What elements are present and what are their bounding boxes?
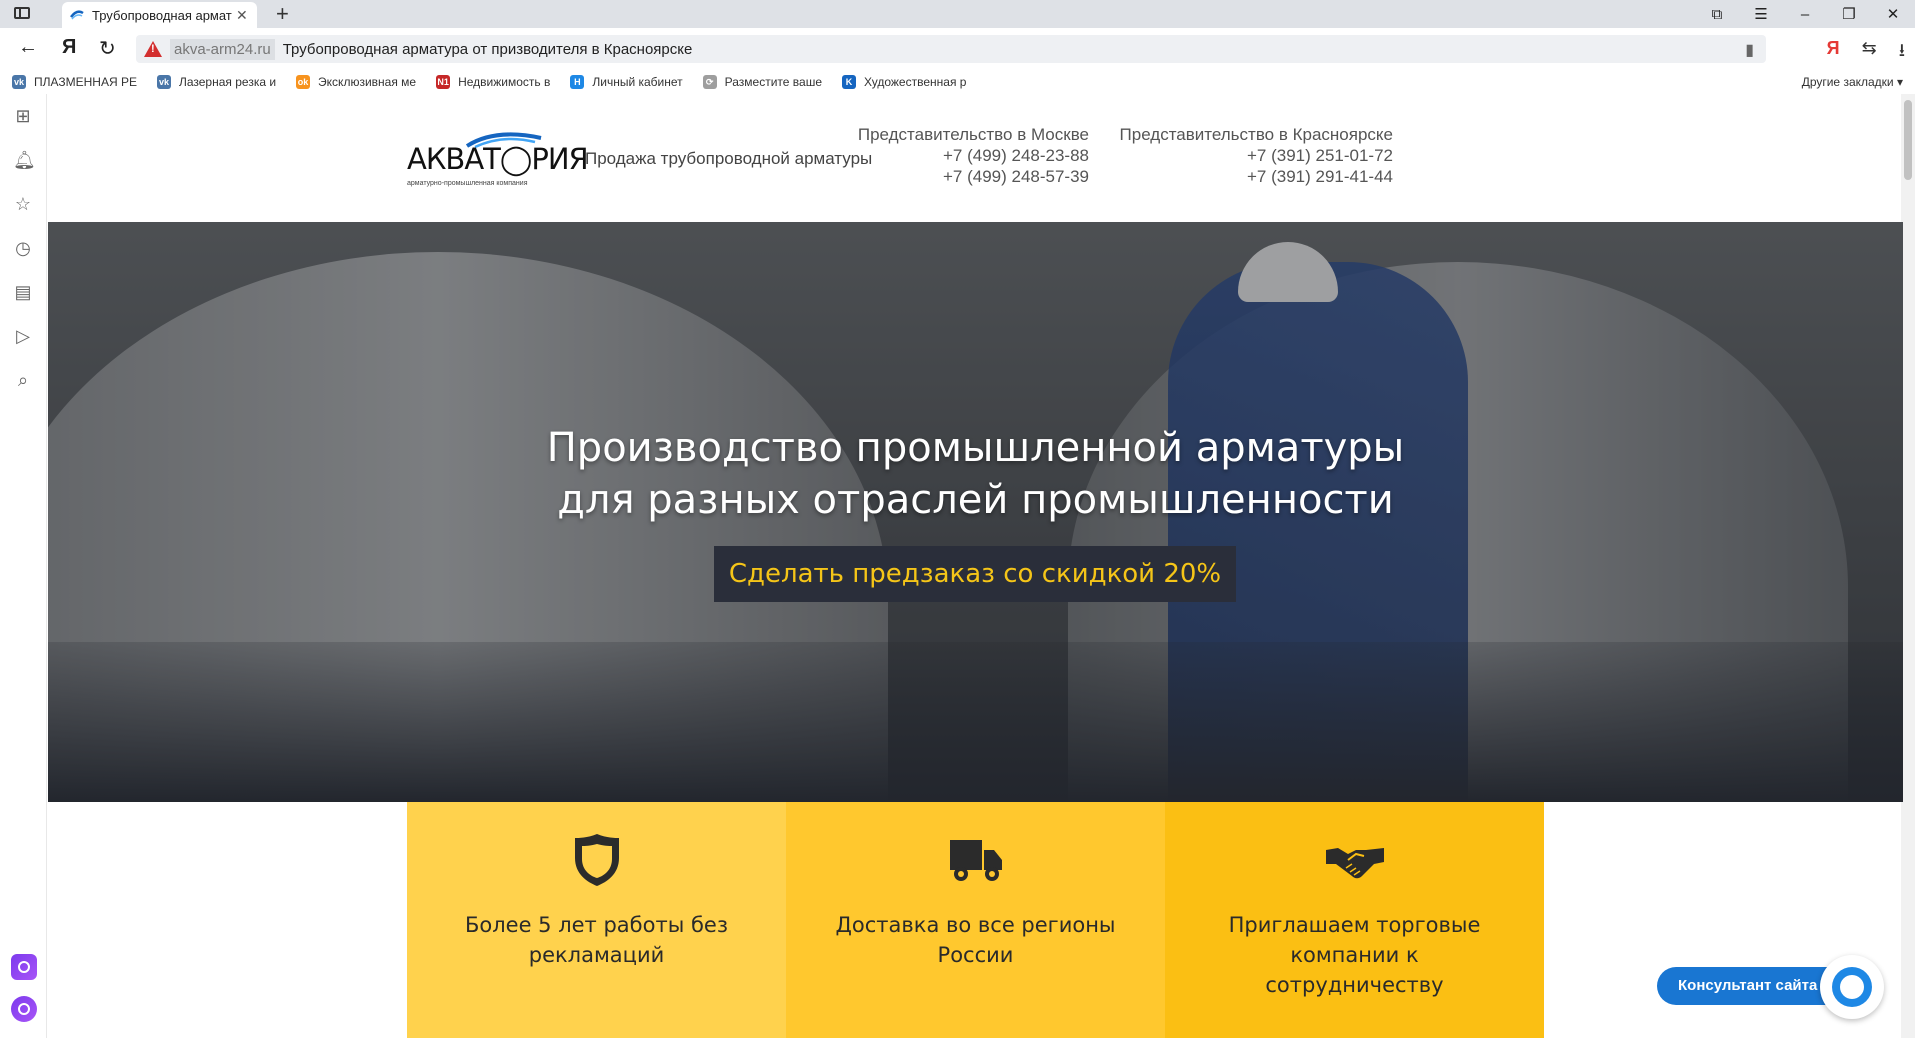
address-domain: akva-arm24.ru [170, 38, 275, 60]
bookmark-item[interactable]: vk ПЛАЗМЕННАЯ РЕ [12, 75, 137, 89]
vk-icon: vk [12, 75, 26, 89]
phone-number[interactable]: +7 (499) 248-57-39 [858, 166, 1089, 187]
k-icon: K [842, 75, 857, 89]
scrollbar-thumb[interactable] [1904, 100, 1912, 180]
other-bookmarks[interactable]: Другие закладки ▾ [1802, 75, 1903, 89]
hero-title-line: Производство промышленной арматуры [546, 425, 1405, 471]
n1-icon: N1 [436, 75, 451, 89]
browser-sidebar: ⊞ 🔔︎ ☆ ◷ ▤ ▷ ⌕ [0, 94, 47, 1038]
new-tab-button[interactable]: + [276, 1, 289, 27]
grid-icon[interactable]: ⊞ [13, 106, 33, 126]
shield-icon [574, 834, 619, 886]
bookmark-item[interactable]: N1 Недвижимость в [436, 75, 550, 89]
site-tagline: Продажа трубопроводной арматуры [585, 149, 873, 168]
back-button[interactable]: ← [18, 36, 38, 59]
bell-icon[interactable]: 🔔︎ [13, 150, 36, 170]
bookmark-label: Недвижимость в [458, 75, 551, 89]
reload-button[interactable]: ↻ [99, 36, 116, 61]
office-name: Представительство в Москве [857, 125, 1089, 144]
h-icon: H [570, 75, 585, 89]
phone-number[interactable]: +7 (499) 248-23-88 [858, 145, 1089, 166]
bookmark-label: Личный кабинет [592, 75, 683, 89]
feature-card: Доставка во все регионы России [786, 802, 1165, 1038]
close-window-button[interactable]: ✕ [1871, 5, 1915, 23]
ok-icon: ok [296, 75, 311, 89]
bookmark-item[interactable]: K Художественная р [842, 75, 966, 89]
vk-icon: vk [156, 75, 171, 89]
hero-banner: Производство промышленной арматуры для р… [48, 222, 1903, 802]
bookmark-item[interactable]: vk Лазерная резка и [156, 75, 277, 89]
bookmark-item[interactable]: H Личный кабинет [570, 75, 683, 89]
office-moscow: Представительство в Москве +7 (499) 248-… [858, 124, 1089, 187]
office-krasnoyarsk: Представительство в Красноярске +7 (391)… [1120, 124, 1393, 187]
bookmarks-bar: vk ПЛАЗМЕННАЯ РЕ vk Лазерная резка и ok Экскл… [0, 70, 1915, 95]
star-icon[interactable]: ☆ [13, 194, 33, 214]
page-scrollbar[interactable] [1901, 94, 1915, 1038]
feature-text: Более 5 лет работы без рекламаций [464, 913, 728, 967]
logo-wordmark: АКВАТ◯РИЯ [407, 142, 589, 176]
download-icon[interactable]: ⭳ [1899, 38, 1905, 68]
bookmark-item[interactable]: ⟳ Разместите ваше [702, 75, 823, 89]
hero-title: Производство промышленной арматуры для р… [48, 422, 1903, 526]
collections-icon[interactable]: ⧉ [1695, 6, 1739, 23]
clock-icon[interactable]: ◷ [13, 238, 33, 258]
address-page-title: Трубопроводная арматура от призводителя … [282, 40, 693, 58]
alice-app-icon[interactable] [11, 954, 37, 980]
browser-tab-bar: Трубопроводная арматура ✕ + ⧉ ☰ – ❐ ✕ [0, 0, 1915, 28]
feature-text: Приглашаем торговые компании к сотруднич… [1228, 913, 1481, 997]
minimize-button[interactable]: – [1783, 6, 1827, 23]
bookmark-label: Художественная р [864, 75, 967, 89]
bookmark-label: Разместите ваше [724, 75, 823, 89]
bookmark-label: ПЛАЗМЕННАЯ РЕ [34, 75, 137, 89]
tab-close-icon[interactable]: ✕ [236, 7, 248, 24]
address-bar-row: ← Я ↻ akva-arm24.ru Трубопроводная армат… [0, 28, 1915, 70]
bookmark-item[interactable]: ok Эксклюзивная ме [296, 75, 416, 89]
notes-icon[interactable]: ▤ [13, 282, 33, 302]
feature-card: Более 5 лет работы без рекламаций [407, 802, 786, 1038]
address-field[interactable]: akva-arm24.ru Трубопроводная арматура от… [136, 35, 1766, 63]
preorder-button[interactable]: Сделать предзаказ со скидкой 20% [714, 546, 1236, 602]
site-favicon [70, 10, 84, 20]
hero-title-line: для разных отраслей промышленности [557, 477, 1394, 523]
browser-tab[interactable]: Трубопроводная арматура ✕ [62, 2, 257, 28]
alice-icon[interactable] [11, 996, 37, 1022]
yandex-icon[interactable]: Я [1827, 38, 1840, 68]
company-logo[interactable]: АКВАТ◯РИЯ арматурно-промышленная компани… [407, 130, 589, 187]
site-header: АКВАТ◯РИЯ арматурно-промышленная компани… [47, 94, 1901, 222]
office-name: Представительство в Красноярске [1119, 125, 1393, 144]
tab-title: Трубопроводная арматура [92, 7, 232, 23]
sidebar-toggle-icon[interactable] [14, 7, 30, 19]
restore-button[interactable]: ❐ [1827, 5, 1871, 23]
handshake-icon [1325, 848, 1384, 879]
bookmark-label: Эксклюзивная ме [318, 75, 417, 89]
translate-icon[interactable]: ⇆ [1862, 38, 1877, 68]
logo-subtitle: арматурно-промышленная компания [407, 180, 528, 187]
play-icon[interactable]: ▷ [13, 326, 33, 346]
truck-icon [949, 840, 1002, 881]
search-doc-icon[interactable]: ⌕ [13, 370, 33, 390]
rotate-icon: ⟳ [702, 75, 717, 89]
bookmark-icon[interactable]: ▮ [1745, 40, 1754, 60]
window-controls: ⧉ ☰ – ❐ ✕ [1695, 0, 1915, 28]
feature-card: Приглашаем торговые компании к сотруднич… [1165, 802, 1544, 1038]
phone-number[interactable]: +7 (391) 291-41-44 [1120, 166, 1393, 187]
browser-tools: Я ⇆ ⭳ [1827, 38, 1905, 68]
yandex-home-button[interactable]: Я [62, 36, 76, 59]
bookmark-label: Лазерная резка и [178, 75, 277, 89]
menu-icon[interactable]: ☰ [1739, 5, 1783, 23]
feature-text: Доставка во все регионы России [835, 913, 1116, 967]
chat-icon[interactable] [1820, 955, 1884, 1019]
features-row: Более 5 лет работы без рекламаций Достав… [407, 802, 1545, 1038]
phone-number[interactable]: +7 (391) 251-01-72 [1120, 145, 1393, 166]
security-warning-icon[interactable] [144, 41, 162, 57]
